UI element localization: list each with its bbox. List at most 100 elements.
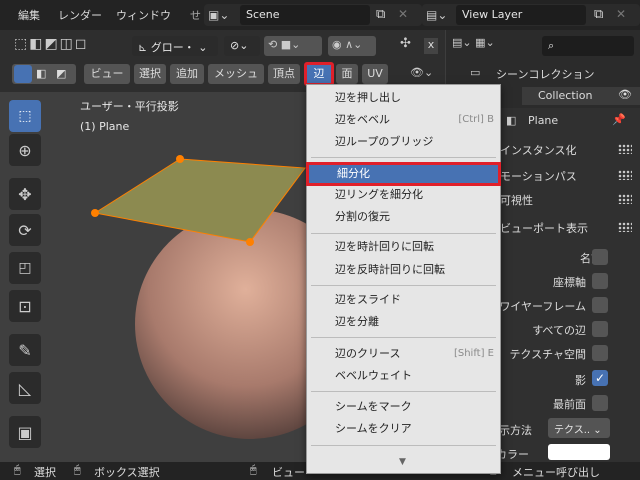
view-layer-field[interactable]: View Layer xyxy=(456,5,586,25)
prop-all-edges-checkbox[interactable] xyxy=(592,321,608,337)
prop-texture-space-label: テクスチャ空間 xyxy=(509,348,586,361)
menu-edit[interactable]: 編集 xyxy=(18,7,40,23)
menu-add[interactable]: 追加 xyxy=(170,64,204,84)
menu-item-subdivide-edge-ring[interactable]: 辺リングを細分化 xyxy=(307,184,500,206)
edge-mode-icon[interactable]: ◧ xyxy=(36,67,46,80)
copy-scene-icon[interactable]: ⧉ xyxy=(376,7,385,22)
pivot-icon[interactable]: ⊘⌄ xyxy=(224,36,260,56)
edge-menu-dropdown: 辺を押し出し 辺をベベル [Ctrl] B 辺ループのブリッジ 細分化 辺リングを… xyxy=(306,84,501,474)
drag-handle-icon[interactable] xyxy=(618,170,632,180)
menu-render[interactable]: レンダー xyxy=(58,7,102,23)
menu-vertex[interactable]: 頂点 xyxy=(268,64,300,84)
mouse-left-icon: 🖱 xyxy=(14,463,21,476)
section-instancing[interactable]: インスタンス化 xyxy=(500,142,577,158)
outliner-search-input[interactable]: ⌕ xyxy=(542,36,634,56)
mouse-middle-icon: 🖱 xyxy=(74,463,81,476)
prop-texture-space-checkbox[interactable] xyxy=(592,345,608,361)
menu-more[interactable]: せ xyxy=(190,7,201,23)
vertex-point[interactable] xyxy=(91,209,99,217)
drag-handle-icon[interactable] xyxy=(618,222,632,232)
overlay-icon[interactable]: 👁⌄ xyxy=(410,66,433,79)
scene-field[interactable]: Scene xyxy=(240,5,370,25)
collection-label: Collection xyxy=(538,89,593,102)
drag-handle-icon[interactable] xyxy=(618,194,632,204)
menu-item-subdivide[interactable]: 細分化 xyxy=(306,162,501,186)
proportional-edit-icon[interactable]: ◉ ∧⌄ xyxy=(328,36,376,56)
prop-name-label: 名前 xyxy=(580,252,602,265)
top-bar: 編集 レンダー ウィンドウ せ ▣⌄ Scene ⧉ ✕ ▤⌄ View Lay… xyxy=(0,0,640,30)
close-area-button[interactable]: x xyxy=(424,38,438,54)
menu-uv[interactable]: UV xyxy=(362,64,388,84)
prop-all-edges-label: すべての辺 xyxy=(532,324,586,337)
menu-item-extrude-edges[interactable]: 辺を押し出し xyxy=(307,87,500,109)
pin-icon[interactable]: 📌 xyxy=(612,113,626,126)
menu-item-edge-slide[interactable]: 辺をスライド xyxy=(307,289,500,311)
section-viewport-display[interactable]: ビューポート表示 xyxy=(500,220,588,236)
menu-item-bevel-weight[interactable]: ベベルウェイト xyxy=(307,365,500,387)
color-swatch[interactable] xyxy=(548,444,610,460)
menu-item-bevel-edges[interactable]: 辺をベベル [Ctrl] B xyxy=(307,109,500,131)
add-cube-tool-icon[interactable]: ▣ xyxy=(9,416,41,448)
annotate-tool-icon[interactable]: ✎ xyxy=(9,334,41,366)
menu-mesh[interactable]: メッシュ xyxy=(208,64,264,84)
menu-item-bridge-edge-loops[interactable]: 辺ループのブリッジ xyxy=(307,131,500,153)
drag-handle-icon[interactable] xyxy=(618,144,632,154)
transform-tool-icon[interactable]: ⊡ xyxy=(9,290,41,322)
menu-item-edge-crease[interactable]: 辺のクリース [Shift] E xyxy=(307,343,500,365)
prop-in-front-checkbox[interactable] xyxy=(592,395,608,411)
select-mode-group: ◧ ◩ xyxy=(12,64,76,84)
vertex-point[interactable] xyxy=(246,238,254,246)
menu-face[interactable]: 面 xyxy=(336,64,358,84)
face-mode-icon[interactable]: ◩ xyxy=(56,67,66,80)
vertex-mode-icon[interactable] xyxy=(14,65,32,83)
collection-row[interactable]: Collection 👁 xyxy=(522,87,640,105)
menu-item-edge-split[interactable]: 辺を分離 xyxy=(307,311,500,333)
prop-shadow-checkbox[interactable]: ✓ xyxy=(592,370,608,386)
scene-collection-label[interactable]: シーンコレクション xyxy=(496,66,594,82)
prop-shadow-label: 影 xyxy=(575,374,586,387)
measure-tool-icon[interactable]: ◺ xyxy=(9,372,41,404)
scene-icon[interactable]: ▣⌄ xyxy=(208,8,229,22)
scroll-down-icon[interactable]: ▼ xyxy=(399,457,406,467)
prop-axes-checkbox[interactable] xyxy=(592,273,608,289)
mouse-right-icon: 🖱 xyxy=(250,463,257,476)
rotate-tool-icon[interactable]: ⟳ xyxy=(9,214,41,246)
gizmo-icon[interactable]: ✣ xyxy=(400,36,411,51)
display-as-dropdown[interactable]: テクス.. ⌄ xyxy=(548,418,610,438)
scale-tool-icon[interactable]: ◰ xyxy=(9,252,41,284)
view-layer-icon[interactable]: ▤⌄ xyxy=(426,8,447,22)
copy-view-layer-icon[interactable]: ⧉ xyxy=(594,7,603,22)
transform-orientation-dropdown[interactable]: ⊾ グロー・ ⌄ xyxy=(132,36,218,56)
vertex-point[interactable] xyxy=(176,155,184,163)
selection-mode-icons[interactable]: ⬚◧◩◫◻ xyxy=(14,36,124,58)
editor-type-icon[interactable]: ▤⌄ ▦⌄ xyxy=(452,36,495,49)
object-icon: ◧ xyxy=(506,114,517,127)
menu-item-clear-seam[interactable]: シームをクリア xyxy=(307,418,500,440)
move-tool-icon[interactable]: ✥ xyxy=(9,178,41,210)
menu-separator xyxy=(311,445,496,446)
menu-item-unsubdivide[interactable]: 分割の復元 xyxy=(307,206,500,228)
scene-selector: ▣⌄ Scene ⧉ ✕ xyxy=(204,4,422,26)
prop-name-checkbox[interactable] xyxy=(592,249,608,265)
menu-edge[interactable]: 辺 xyxy=(304,62,334,86)
cursor-tool-icon[interactable]: ⊕ xyxy=(9,134,41,166)
menu-item-rotate-edge-ccw[interactable]: 辺を反時計回りに回転 xyxy=(307,259,500,281)
menu-select[interactable]: 選択 xyxy=(134,64,166,84)
menu-item-rotate-edge-cw[interactable]: 辺を時計回りに回転 xyxy=(307,236,500,258)
menu-window[interactable]: ウィンドウ xyxy=(116,7,171,23)
section-visibility[interactable]: 可視性 xyxy=(500,192,533,208)
remove-scene-icon[interactable]: ✕ xyxy=(398,7,408,21)
menu-separator xyxy=(311,337,496,338)
object-name-field[interactable]: Plane xyxy=(528,114,558,127)
select-box-tool-icon[interactable]: ⬚ xyxy=(9,100,41,132)
prop-wire-checkbox[interactable] xyxy=(592,297,608,313)
shortcut-label: [Shift] E xyxy=(453,348,494,359)
menu-item-mark-seam[interactable]: シームをマーク xyxy=(307,396,500,418)
status-view: ビュー xyxy=(272,466,305,479)
snap-icon[interactable]: ⟲ ■⌄ xyxy=(264,36,322,56)
menu-separator xyxy=(311,157,496,158)
section-motion-paths[interactable]: モーションパス xyxy=(500,168,577,184)
menu-view[interactable]: ビュー xyxy=(84,64,130,84)
remove-view-layer-icon[interactable]: ✕ xyxy=(616,7,626,21)
visibility-eye-icon[interactable]: 👁 xyxy=(618,88,632,101)
